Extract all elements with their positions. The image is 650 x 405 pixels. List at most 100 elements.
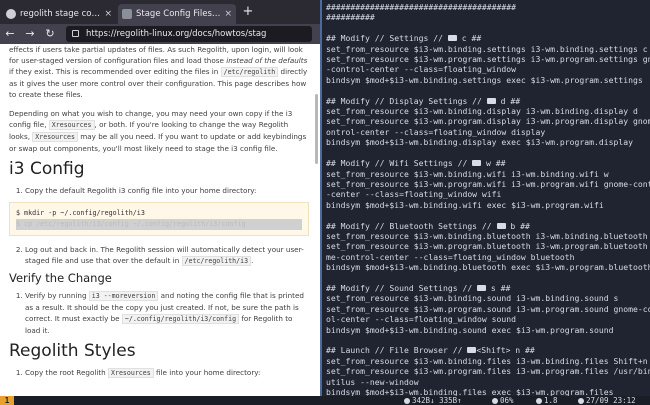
terminal-line: ol-center --class=floating_window sound bbox=[326, 314, 517, 325]
inline-code: Xresources bbox=[32, 132, 78, 142]
tab-bar: regolith stage config × Stage Config Fil… bbox=[0, 0, 320, 24]
terminal-line: ########## bbox=[326, 12, 375, 23]
intro-paragraph: effects if users take partial updates of… bbox=[9, 45, 308, 99]
terminal-line: set_from_resource $i3-wm.program.setting… bbox=[326, 54, 650, 65]
heading-regolith-styles: Regolith Styles bbox=[9, 341, 136, 361]
super-key-icon bbox=[496, 222, 506, 229]
tab-label: Stage Config Files | Re bbox=[136, 9, 220, 19]
super-key-icon bbox=[447, 35, 457, 42]
terminal-line: bindsym $mod+$i3-wm.binding.sound exec $… bbox=[326, 324, 614, 335]
code-block-i3[interactable]: $ mkdir -p ~/.config/regolith/i3 $ cp /et… bbox=[9, 202, 309, 236]
terminal-line: set_from_resource $i3-wm.program.display… bbox=[326, 116, 650, 127]
terminal-line: ####################################### bbox=[326, 2, 517, 12]
super-key-icon bbox=[486, 97, 496, 104]
inline-code: /etc/regolith bbox=[220, 67, 279, 77]
super-key-icon bbox=[472, 160, 482, 167]
code-line-selected: $ cp /etc/regolith/i3/config ~/.config/r… bbox=[16, 219, 302, 230]
terminal-line: ## Modify // Bluetooth Settings // b ## bbox=[326, 220, 530, 231]
clock-icon bbox=[578, 398, 584, 404]
tab-regolith-stage-config[interactable]: regolith stage config × bbox=[2, 4, 116, 24]
terminal-line: set_from_resource $i3-wm.program.files i… bbox=[326, 366, 650, 377]
documentation-article: effects if users take partial updates of… bbox=[9, 44, 309, 385]
navigation-bar: ← → ↻ https://regolith-linux.org/docs/ho… bbox=[0, 24, 320, 44]
terminal-line: ## Launch // File Browser // <Shift> n #… bbox=[326, 345, 535, 356]
terminal-line: ## Modify // Wifi Settings // w ## bbox=[326, 158, 506, 169]
url-text: https://regolith-linux.org/docs/howtos/s… bbox=[86, 29, 267, 39]
heading-verify-change: Verify the Change bbox=[9, 271, 112, 285]
status-bar: 1 342B↓ 335B↑ 06% 1.8 27/09 23:12 bbox=[0, 396, 650, 405]
reload-button[interactable]: ↻ bbox=[42, 26, 58, 42]
cpu-status: 06% bbox=[492, 396, 514, 405]
heading-i3-config: i3 Config bbox=[9, 159, 85, 179]
network-status: 342B↓ 335B↑ bbox=[404, 396, 462, 405]
terminal-line: bindsym $mod+$i3-wm.binding.wifi exec $i… bbox=[326, 199, 604, 210]
forward-button[interactable]: → bbox=[22, 26, 38, 42]
i3-step-2: Log out and back in. The Regolith sessio… bbox=[25, 244, 309, 267]
workspace-1-button[interactable]: 1 bbox=[0, 396, 14, 405]
super-key-icon bbox=[477, 284, 487, 291]
network-icon bbox=[404, 398, 410, 404]
terminal-line: ## Modify // Settings // c ## bbox=[326, 33, 482, 44]
back-button[interactable]: ← bbox=[2, 26, 18, 42]
i3-steps-list: Copy the default Regolith i3 config file… bbox=[9, 185, 309, 196]
terminal-line: set_from_resource $i3-wm.binding.sound i… bbox=[326, 293, 619, 304]
terminal-window[interactable]: ####################################### #… bbox=[322, 0, 650, 396]
page-content[interactable]: effects if users take partial updates of… bbox=[0, 44, 320, 396]
terminal-line: set_from_resource $i3-wm.binding.wifi i3… bbox=[326, 168, 609, 179]
memory-icon bbox=[536, 398, 542, 404]
terminal-line: set_from_resource $i3-wm.binding.bluetoo… bbox=[326, 230, 650, 241]
terminal-line: -center --class=floating_window wifi bbox=[326, 189, 502, 200]
code-line: $ mkdir -p ~/.config/regolith/i3 bbox=[16, 209, 145, 217]
close-tab-icon[interactable]: × bbox=[104, 9, 112, 19]
terminal-line: set_from_resource $i3-wm.program.wifi i3… bbox=[326, 178, 650, 189]
inline-code: ~/.config/regolith/i3/config bbox=[121, 314, 240, 324]
inline-code: Xresources bbox=[48, 120, 95, 130]
depending-paragraph: Depending on what you wish to change, yo… bbox=[9, 109, 307, 153]
inline-code: /etc/regolith/i3 bbox=[181, 256, 252, 266]
super-key-icon bbox=[467, 347, 477, 354]
page-favicon-icon bbox=[122, 9, 132, 19]
terminal-line: bindsym $mod+$i3-wm.binding.bluetooth ex… bbox=[326, 262, 650, 273]
tab-stage-config-files[interactable]: Stage Config Files | Re × bbox=[118, 4, 236, 24]
terminal-line: set_from_resource $i3-wm.program.sound i… bbox=[326, 303, 650, 314]
terminal-line: set_from_resource $i3-wm.binding.files i… bbox=[326, 355, 648, 366]
memory-status: 1.8 bbox=[536, 396, 558, 405]
terminal-line: bindsym $mod+$i3-wm.binding.files exec $… bbox=[326, 387, 614, 396]
terminal-line: me-control-center --class=floating_windo… bbox=[326, 251, 575, 262]
terminal-line: set_from_resource $i3-wm.program.bluetoo… bbox=[326, 241, 650, 252]
terminal-line: bindsym $mod+$i3-wm.binding.display exec… bbox=[326, 137, 633, 148]
inline-code: i3 --moreversion bbox=[88, 291, 159, 301]
cpu-icon bbox=[492, 398, 498, 404]
terminal-line: ontrol-center --class=floating_window di… bbox=[326, 126, 546, 137]
browser-window: regolith stage config × Stage Config Fil… bbox=[0, 0, 320, 396]
new-tab-button[interactable]: + bbox=[240, 4, 256, 20]
verify-step-1: Verify by running i3 --moreversion and n… bbox=[25, 290, 309, 336]
i3-step-1: Copy the default Regolith i3 config file… bbox=[25, 185, 309, 196]
terminal-line: set_from_resource $i3-wm.binding.setting… bbox=[326, 43, 648, 54]
terminal-line: ## Modify // Display Settings // d ## bbox=[326, 95, 521, 106]
terminal-line: bindsym $mod+$i3-wm.binding.settings exe… bbox=[326, 74, 643, 85]
terminal-line: utilus --new-window bbox=[326, 376, 419, 387]
terminal-line: set_from_resource $i3-wm.binding.display… bbox=[326, 106, 638, 117]
terminal-line: -control-center --class=floating_window bbox=[326, 64, 517, 75]
inline-code: Xresources bbox=[108, 368, 154, 378]
page-scrollbar[interactable] bbox=[315, 94, 318, 164]
terminal-output: ####################################### #… bbox=[326, 2, 650, 396]
styles-step-1: Copy the root Regolith Xresources file i… bbox=[25, 367, 309, 379]
terminal-line: ## Modify // Sound Settings // s ## bbox=[326, 282, 511, 293]
search-engine-favicon-icon bbox=[6, 9, 16, 19]
tab-label: regolith stage config bbox=[20, 9, 101, 19]
clock-status: 27/09 23:12 bbox=[578, 396, 636, 405]
close-tab-icon[interactable]: × bbox=[224, 9, 232, 19]
styles-steps-list: Copy the root Regolith Xresources file i… bbox=[9, 367, 309, 379]
lock-icon bbox=[72, 30, 79, 37]
verify-steps-list: Verify by running i3 --moreversion and n… bbox=[9, 290, 309, 336]
address-bar[interactable]: https://regolith-linux.org/docs/howtos/s… bbox=[66, 26, 312, 42]
i3-steps-list-continued: Log out and back in. The Regolith sessio… bbox=[9, 244, 309, 267]
